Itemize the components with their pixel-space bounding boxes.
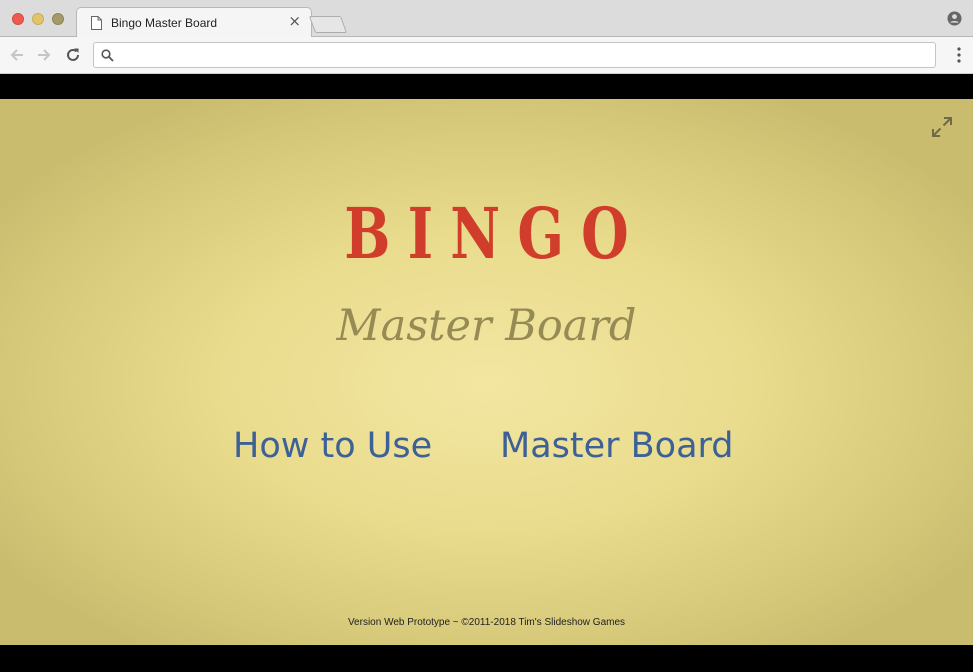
page-icon bbox=[91, 16, 102, 30]
browser-tab-bar: Bingo Master Board × bbox=[0, 0, 973, 38]
new-tab-button[interactable] bbox=[308, 16, 348, 33]
browser-toolbar bbox=[0, 37, 973, 74]
game-stage: BINGO Master Board How to Use Master Boa… bbox=[0, 99, 973, 645]
letterbox-bottom bbox=[0, 645, 973, 672]
forward-icon[interactable] bbox=[35, 46, 53, 64]
how-to-use-link[interactable]: How to Use bbox=[233, 429, 432, 464]
menu-icon[interactable] bbox=[957, 47, 961, 63]
fullscreen-icon[interactable] bbox=[931, 116, 953, 138]
version-footer: Version Web Prototype ~ ©2011-2018 Tim's… bbox=[347, 617, 626, 628]
search-icon bbox=[101, 49, 114, 62]
back-icon[interactable] bbox=[8, 46, 26, 64]
master-board-link[interactable]: Master Board bbox=[500, 429, 734, 464]
page-subtitle: Master Board bbox=[336, 301, 637, 351]
address-input[interactable] bbox=[120, 46, 920, 64]
window-minimize-button[interactable] bbox=[32, 13, 44, 25]
window-maximize-button[interactable] bbox=[52, 13, 64, 25]
page-title: BINGO bbox=[344, 192, 646, 275]
window-close-button[interactable] bbox=[12, 13, 24, 25]
reload-icon[interactable] bbox=[64, 46, 82, 64]
tab-title: Bingo Master Board bbox=[111, 16, 218, 30]
profile-icon[interactable] bbox=[947, 11, 962, 26]
address-bar[interactable] bbox=[93, 42, 936, 68]
close-icon[interactable]: × bbox=[288, 14, 301, 29]
letterbox-top bbox=[0, 75, 973, 99]
browser-tab[interactable]: Bingo Master Board × bbox=[76, 7, 312, 38]
